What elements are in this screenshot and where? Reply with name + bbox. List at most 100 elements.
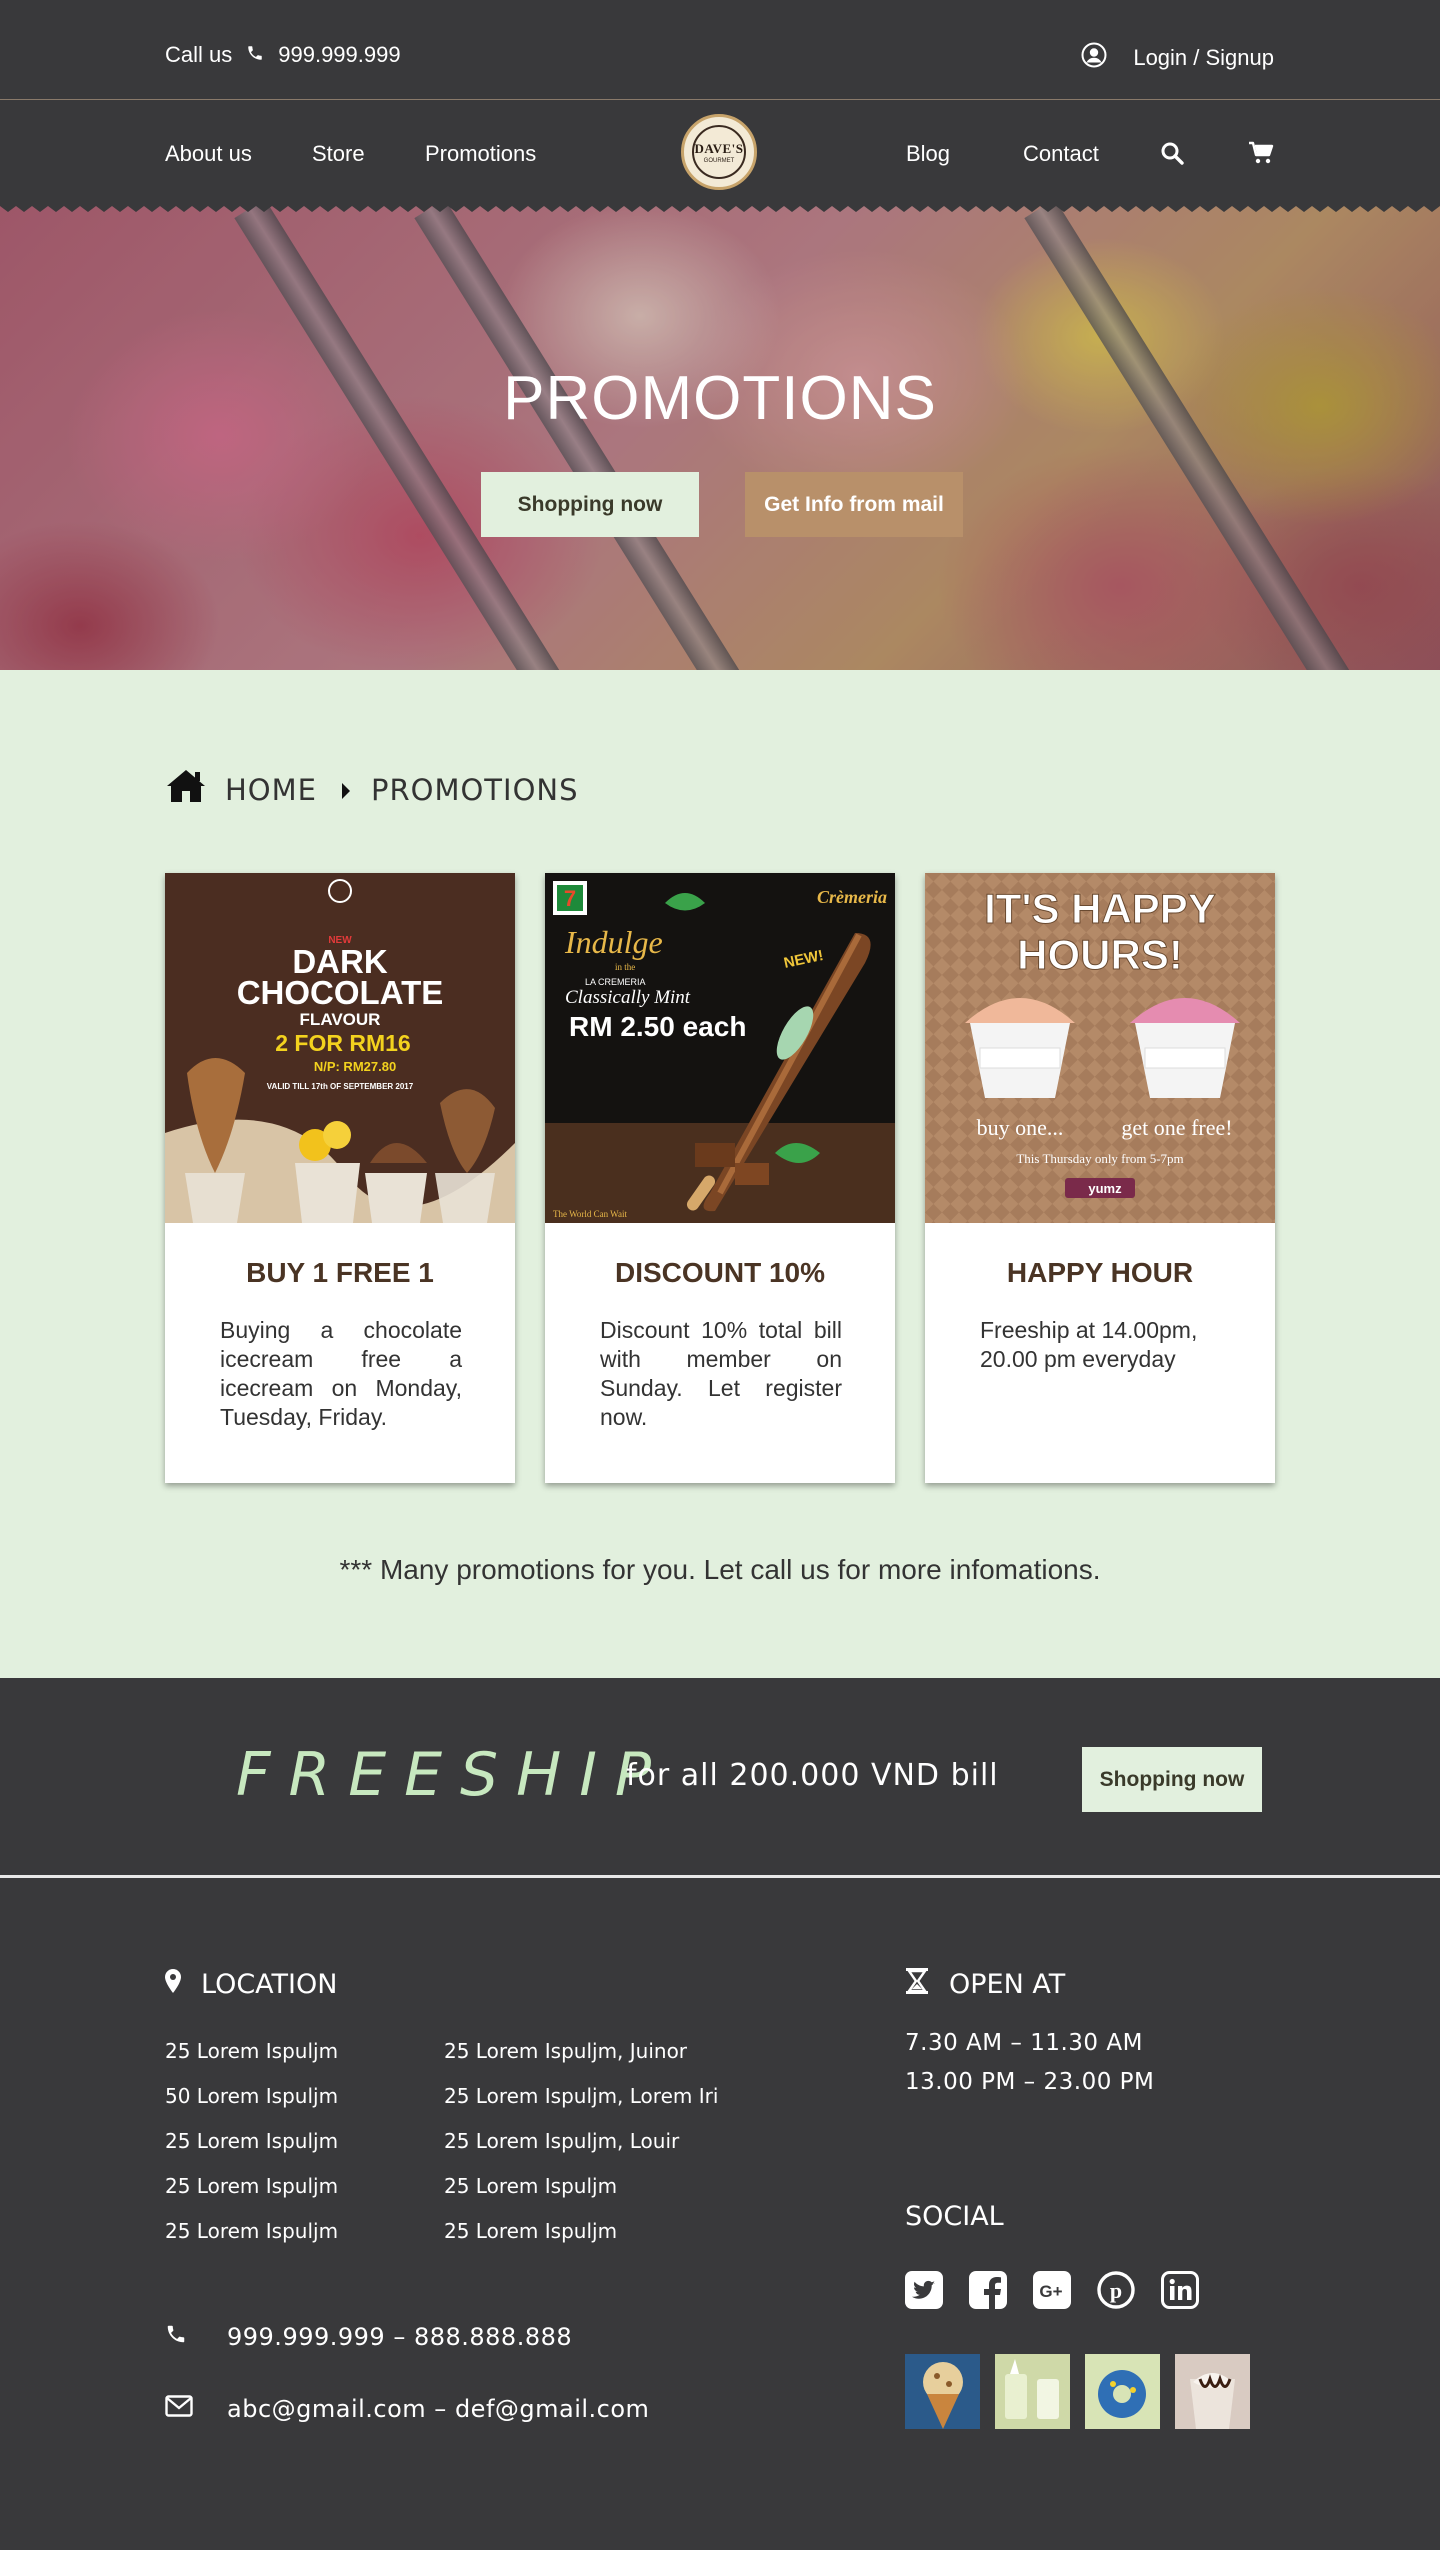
location-item: 25 Lorem Ispuljm, Louir xyxy=(444,2129,680,2153)
brand-logo[interactable]: DAVE'S GOURMET xyxy=(681,114,757,190)
nav-blog[interactable]: Blog xyxy=(906,141,950,167)
call-us[interactable]: Call us 999.999.999 xyxy=(165,42,401,68)
promo-title: DISCOUNT 10% xyxy=(614,1257,826,1288)
login-label: Login / Signup xyxy=(1133,45,1274,70)
open-at-title: OPEN AT xyxy=(949,1969,1066,2000)
promo-description: Discount 10% total bill with member on S… xyxy=(600,1317,842,1430)
hero-banner: PROMOTIONS Shopping now Get Info from ma… xyxy=(0,206,1440,670)
google-plus-icon[interactable]: G+ xyxy=(1033,2271,1071,2309)
location-heading: LOCATION xyxy=(165,1969,337,2000)
opening-hours: 7.30 AM – 11.30 AM 13.00 PM – 23.00 PM xyxy=(905,2024,1154,2102)
freeship-banner: FREESHIP for all 200.000 VND bill Shoppi… xyxy=(0,1678,1440,1878)
promotions-section: HOME PROMOTIONS NEW DARK CHOCOLATE FLAVO… xyxy=(0,670,1440,1678)
freeship-shopping-now-button[interactable]: Shopping now xyxy=(1082,1747,1262,1812)
social-title: SOCIAL xyxy=(905,2201,1004,2232)
promo-image-dark-chocolate: NEW DARK CHOCOLATE FLAVOUR 2 FOR RM16 N/… xyxy=(165,873,515,1223)
thumbnail-drinks[interactable] xyxy=(995,2354,1070,2429)
thumbnail-icecream-cone[interactable] xyxy=(905,2354,980,2429)
location-item: 25 Lorem Ispuljm xyxy=(444,2219,618,2243)
promo-image-happy-hours: IT'S HAPPY HOURS! buy one... get one fre… xyxy=(925,873,1275,1223)
logo-ring: DAVE'S GOURMET xyxy=(692,125,746,179)
img-text: yumz xyxy=(1088,1181,1122,1196)
promo-title: HAPPY HOUR xyxy=(1006,1257,1194,1288)
phone-icon xyxy=(165,2323,227,2351)
img-text: LA CREMERIA xyxy=(585,977,646,987)
user-icon xyxy=(1081,42,1107,74)
caret-right-icon xyxy=(341,773,351,807)
location-item: 25 Lorem Ispuljm xyxy=(444,2174,618,2198)
location-item: 25 Lorem Ispuljm xyxy=(165,2219,339,2243)
hours-line: 13.00 PM – 23.00 PM xyxy=(905,2069,1155,2095)
nav-contact[interactable]: Contact xyxy=(1023,141,1099,167)
promo-card[interactable]: 7 Indulge in the LA CREMERIA Classically… xyxy=(545,873,895,1483)
location-item: 25 Lorem Ispuljm xyxy=(165,2039,339,2063)
twitter-icon[interactable] xyxy=(905,2271,943,2309)
envelope-icon xyxy=(165,2395,227,2423)
logo-subtext: GOURMET xyxy=(703,157,735,164)
social-links: G+ p xyxy=(905,2271,1199,2309)
nav-store[interactable]: Store xyxy=(312,141,365,167)
location-list-1: 25 Lorem Ispuljm 50 Lorem Ispuljm 25 Lor… xyxy=(165,2029,338,2254)
img-text: FLAVOUR xyxy=(300,1010,381,1029)
promo-image-classically-mint: 7 Indulge in the LA CREMERIA Classically… xyxy=(545,873,895,1223)
location-item: 25 Lorem Ispuljm, Lorem Iri xyxy=(444,2084,719,2108)
breadcrumb-home[interactable]: HOME xyxy=(225,773,317,807)
linkedin-icon[interactable] xyxy=(1161,2271,1199,2309)
svg-text:7: 7 xyxy=(564,886,576,911)
home-icon[interactable] xyxy=(165,768,207,811)
hero-title: PROMOTIONS xyxy=(503,364,937,433)
pinterest-icon[interactable]: p xyxy=(1097,2271,1135,2309)
breadcrumb: HOME PROMOTIONS xyxy=(165,768,579,811)
img-text: Indulge xyxy=(564,924,663,960)
img-text: 2 FOR RM16 xyxy=(275,1030,410,1056)
img-text: This Thursday only from 5-7pm xyxy=(1016,1151,1183,1166)
img-text: Classically Mint xyxy=(565,987,691,1008)
img-text: The World Can Wait xyxy=(553,1209,627,1219)
hours-line: 7.30 AM – 11.30 AM xyxy=(905,2030,1143,2056)
location-item: 25 Lorem Ispuljm, Juinor xyxy=(444,2039,688,2063)
open-at-heading: OPEN AT xyxy=(905,1967,1065,2002)
img-text: CHOCOLATE xyxy=(237,974,444,1011)
map-marker-icon xyxy=(165,1969,181,2000)
facebook-icon[interactable] xyxy=(969,2271,1007,2309)
promo-description: Freeship at 14.00pm, 20.00 pm everyday xyxy=(980,1317,1198,1372)
img-text: IT'S HAPPY xyxy=(984,885,1216,932)
svg-text:p: p xyxy=(1110,2278,1122,2303)
promo-card[interactable]: NEW DARK CHOCOLATE FLAVOUR 2 FOR RM16 N/… xyxy=(165,873,515,1483)
cart-icon[interactable] xyxy=(1248,141,1274,170)
get-info-mail-button[interactable]: Get Info from mail xyxy=(745,472,963,537)
search-icon[interactable] xyxy=(1160,141,1184,170)
location-list-2: 25 Lorem Ispuljm, Juinor 25 Lorem Ispulj… xyxy=(444,2029,718,2254)
footer-email-addresses: abc@gmail.com – def@gmail.com xyxy=(227,2395,650,2423)
phone-icon xyxy=(246,42,264,68)
thumbnail-chocolate-shake[interactable] xyxy=(1175,2354,1250,2429)
login-signup[interactable]: Login / Signup xyxy=(1081,42,1274,74)
img-text: buy one... xyxy=(977,1115,1064,1140)
promo-title: BUY 1 FREE 1 xyxy=(246,1257,434,1288)
freeship-heading: FREESHIP xyxy=(236,1740,670,1810)
location-title: LOCATION xyxy=(201,1969,338,2000)
img-text: in the xyxy=(615,962,635,972)
phone-number: 999.999.999 xyxy=(278,42,401,67)
hourglass-icon xyxy=(905,1967,929,2002)
hero-overlay xyxy=(0,206,1440,670)
nav-about-us[interactable]: About us xyxy=(165,141,252,167)
nav-promotions[interactable]: Promotions xyxy=(425,141,536,167)
footer-phone[interactable]: 999.999.999 – 888.888.888 xyxy=(165,2323,572,2351)
shopping-now-button[interactable]: Shopping now xyxy=(481,472,699,537)
promo-card[interactable]: IT'S HAPPY HOURS! buy one... get one fre… xyxy=(925,873,1275,1483)
social-heading: SOCIAL xyxy=(905,2201,1004,2232)
instagram-thumbnails xyxy=(905,2354,1250,2429)
promo-description: Buying a chocolate icecream free a icecr… xyxy=(220,1317,462,1430)
promotions-note: *** Many promotions for you. Let call us… xyxy=(339,1554,1101,1585)
location-item: 25 Lorem Ispuljm xyxy=(165,2174,339,2198)
svg-text:G+: G+ xyxy=(1039,2282,1062,2301)
img-text: VALID TILL 17th OF SEPTEMBER 2017 xyxy=(267,1082,414,1091)
main-nav: About us Store Promotions DAVE'S GOURMET… xyxy=(0,101,1440,206)
breadcrumb-current: PROMOTIONS xyxy=(370,772,579,807)
img-text: Crèmeria xyxy=(817,887,887,907)
footer-phone-numbers: 999.999.999 – 888.888.888 xyxy=(227,2323,573,2351)
nav-zigzag-edge xyxy=(0,200,1440,212)
footer-email[interactable]: abc@gmail.com – def@gmail.com xyxy=(165,2395,649,2423)
thumbnail-donut[interactable] xyxy=(1085,2354,1160,2429)
